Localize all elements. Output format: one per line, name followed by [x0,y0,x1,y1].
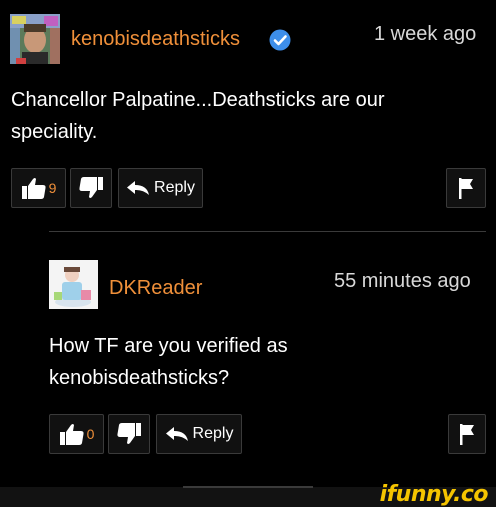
reply-timestamp: 55 minutes ago [334,270,471,292]
flag-button[interactable] [446,168,486,208]
ifunny-watermark: ifunny.co [379,482,489,507]
reply-button[interactable]: Reply [156,414,242,454]
comment-thread: kenobisdeathsticks 1 week ago Chancellor… [0,0,496,507]
reply-label: Reply [192,425,234,442]
divider [183,486,313,488]
dislike-button[interactable] [70,168,112,208]
reply-button[interactable]: Reply [118,168,203,208]
avatar[interactable] [10,14,60,64]
flag-button[interactable] [448,414,486,454]
thumbs-up-icon [21,176,47,200]
like-button[interactable]: 9 [11,168,66,208]
comment-username[interactable]: kenobisdeathsticks [71,28,240,51]
like-button[interactable]: 0 [49,414,104,454]
flag-icon [458,422,476,446]
reply-arrow-icon [126,180,150,196]
comment-body: Chancellor Palpatine...Deathsticks are o… [11,89,385,143]
reply-body: How TF are you verified as kenobisdeaths… [49,335,288,389]
reply-arrow-icon [165,426,189,442]
comment-timestamp: 1 week ago [374,23,477,45]
thumbs-down-icon [116,422,142,446]
dislike-button[interactable] [108,414,150,454]
like-count: 0 [86,426,95,442]
verified-check-icon [269,29,291,51]
reply-label: Reply [154,179,195,196]
like-count: 9 [48,180,57,196]
thumbs-down-icon [78,176,104,200]
reply-username[interactable]: DKReader [109,277,202,300]
avatar[interactable] [49,260,98,309]
flag-icon [457,176,475,200]
thumbs-up-icon [59,422,85,446]
thread-divider [49,231,486,232]
